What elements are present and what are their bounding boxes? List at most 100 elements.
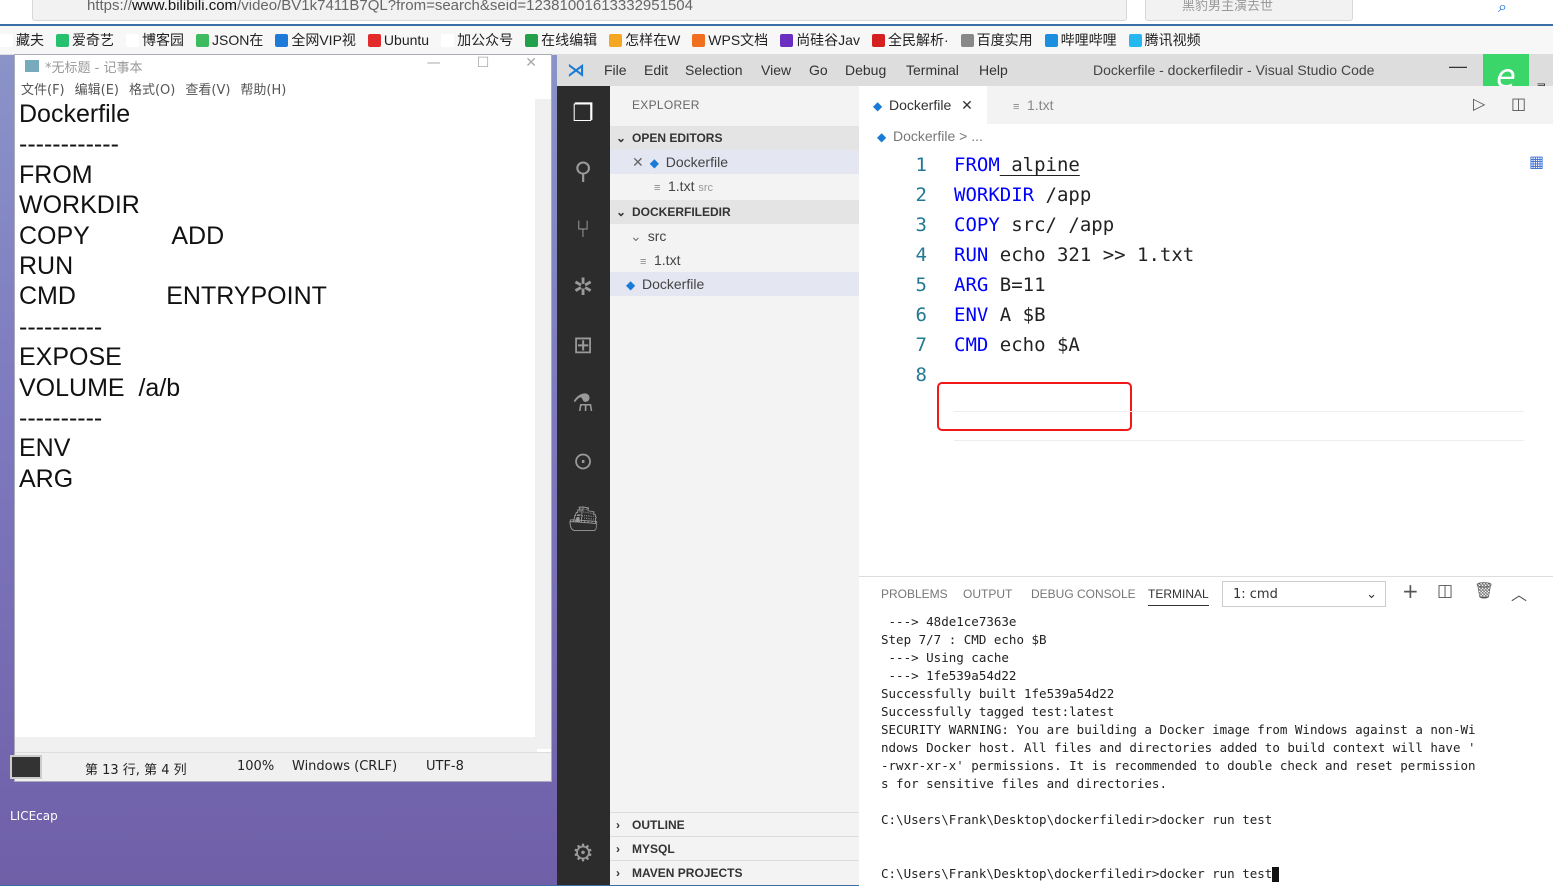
notepad-menu-item[interactable]: 格式(O): [129, 79, 175, 98]
bookmark-label: Ubuntu: [383, 32, 430, 48]
notepad-menu-item[interactable]: 帮助(H): [240, 79, 286, 98]
open-editor-dockerfile[interactable]: ✕ ◆ Dockerfile: [610, 150, 859, 174]
bookmark-item[interactable]: 怎样在W: [609, 26, 680, 54]
menu-item[interactable]: Edit: [644, 62, 668, 78]
close-icon[interactable]: ✕: [961, 97, 973, 113]
menu-item[interactable]: Debug: [845, 62, 886, 78]
panel-tab[interactable]: OUTPUT: [963, 587, 1012, 601]
menu-item[interactable]: Selection: [685, 62, 743, 78]
explorer-heading: EXPLORER: [632, 98, 700, 112]
bookmark-label: 全网VIP视: [291, 32, 356, 48]
terminal-line: Step 7/7 : CMD echo $B: [881, 631, 1476, 649]
tab-dockerfile[interactable]: ◆ Dockerfile ✕: [859, 86, 987, 124]
menu-item[interactable]: Terminal: [906, 62, 959, 78]
split-editor-icon[interactable]: ◫: [1511, 94, 1526, 113]
bookmark-item[interactable]: 百度实用: [960, 26, 1033, 54]
search-icon[interactable]: ⌕: [1498, 0, 1507, 17]
tree-file-dockerfile[interactable]: ◆ Dockerfile: [610, 272, 859, 296]
bookmark-item[interactable]: Ubuntu: [367, 26, 430, 54]
horizontal-scrollbar[interactable]: [15, 737, 537, 753]
terminal-output[interactable]: ---> 48de1ce7363e Step 7/7 : CMD echo $B …: [881, 613, 1476, 883]
notepad-menu-item[interactable]: 查看(V): [185, 79, 230, 98]
menu-item[interactable]: View: [761, 62, 791, 78]
bookmark-item[interactable]: 藏夫: [0, 26, 44, 54]
bookmark-item[interactable]: 加公众号: [441, 26, 513, 54]
git-graph-icon[interactable]: ⊙: [568, 446, 598, 476]
panel-tab[interactable]: PROBLEMS: [881, 587, 948, 601]
folder-section[interactable]: ⌄ DOCKERFILEDIR: [610, 200, 859, 224]
bookmark-icon: [525, 33, 539, 47]
editor-tabs: ◆ Dockerfile ✕ ≡ 1.txt ▷ ◫: [859, 86, 1553, 124]
split-terminal-icon[interactable]: ◫: [1437, 581, 1453, 601]
activity-bar: ❐ ⚲ ⑂ ✲ ⊞ ⚗ ⊙ ⛴ ⚙: [557, 86, 610, 885]
bookmark-item[interactable]: 腾讯视频: [1128, 26, 1201, 54]
bookmark-icon: [275, 33, 289, 47]
desktop-icon-licecap[interactable]: LICEcap: [10, 755, 60, 823]
panel-tab[interactable]: DEBUG CONSOLE: [1031, 587, 1136, 601]
terminal-line-text: -rwxr-xr-x' permissions. It is recommend…: [881, 758, 1476, 773]
docker-file-icon: ◆: [873, 99, 883, 113]
close-button[interactable]: ✕: [525, 55, 537, 71]
terminal-line-text: C:\Users\Frank\Desktop\dockerfiledir>doc…: [881, 866, 1273, 881]
bookmark-label: 全民解析·: [887, 32, 949, 48]
source-control-icon[interactable]: ⑂: [568, 214, 598, 244]
line-number: 2: [915, 184, 927, 206]
open-editor-1txt[interactable]: ≡ 1.txt src: [610, 174, 859, 198]
search-icon[interactable]: ⚲: [568, 156, 598, 186]
code-text: B=11: [988, 274, 1046, 296]
trash-icon[interactable]: 🗑: [1474, 581, 1494, 600]
settings-gear-icon[interactable]: ⚙: [568, 838, 598, 868]
panel-tab[interactable]: TERMINAL: [1148, 587, 1209, 606]
bottom-panel: PROBLEMS OUTPUT DEBUG CONSOLE TERMINAL 1: c…: [859, 576, 1553, 886]
cursor-position: 第 13 行, 第 4 列: [85, 763, 187, 778]
notepad-menu-item[interactable]: 文件(F): [21, 79, 65, 98]
bookmark-item[interactable]: JSON在: [196, 26, 263, 54]
bookmark-item[interactable]: WPS文档: [692, 26, 768, 54]
bookmark-item[interactable]: 全民解析·: [871, 26, 949, 54]
chevron-up-icon[interactable]: ︿: [1511, 581, 1527, 605]
menu-item[interactable]: Help: [979, 62, 1008, 78]
notepad-text-area[interactable]: Dockerfile ------------ FROM WORKDIR COPY AD…: [15, 99, 537, 787]
menu-item[interactable]: File: [604, 62, 627, 78]
code-keyword: CMD: [954, 334, 989, 356]
debug-icon[interactable]: ✲: [568, 272, 598, 302]
docker-icon[interactable]: ⛴: [568, 504, 598, 534]
breadcrumb[interactable]: ◆ Dockerfile > ...: [877, 128, 983, 144]
extensions-icon[interactable]: ⊞: [568, 330, 598, 360]
explorer-icon[interactable]: ❐: [568, 98, 598, 128]
bookmark-item[interactable]: 尚硅谷Jav: [780, 26, 860, 54]
terminal-cursor: [1272, 867, 1280, 882]
bookmark-item[interactable]: 哔哩哔哩: [1044, 26, 1117, 54]
vertical-scrollbar[interactable]: [535, 99, 551, 749]
maven-section[interactable]: › MAVEN PROJECTS: [610, 860, 859, 884]
minimize-button[interactable]: —: [1449, 56, 1467, 77]
test-flask-icon[interactable]: ⚗: [568, 388, 598, 418]
browser-search-input[interactable]: 黑豹男主演去世: [1145, 0, 1353, 21]
terminal-select[interactable]: 1: cmd ⌄: [1222, 581, 1386, 607]
bookmark-icon: [367, 33, 381, 47]
new-terminal-icon[interactable]: +: [1402, 579, 1419, 603]
bookmark-item[interactable]: 在线编辑: [525, 26, 597, 54]
terminal-line: Successfully tagged test:latest: [881, 703, 1476, 721]
tree-folder-src[interactable]: ⌄ src: [610, 224, 859, 248]
minimize-button[interactable]: —: [427, 55, 441, 71]
notepad-text-line: CMD ENTRYPOINT: [19, 282, 327, 311]
bookmark-item[interactable]: 全网VIP视: [275, 26, 356, 54]
maximize-button[interactable]: ☐: [477, 55, 490, 71]
mysql-section[interactable]: › MYSQL: [610, 836, 859, 860]
open-editors-section[interactable]: ⌄ OPEN EDITORS: [610, 126, 859, 150]
address-bar[interactable]: https://www.bilibili.com/video/BV1k7411B…: [32, 0, 1127, 21]
bookmark-item[interactable]: 博客园: [126, 26, 184, 54]
menu-item[interactable]: Go: [809, 62, 828, 78]
tree-file-1txt[interactable]: ≡ 1.txt: [610, 248, 859, 272]
bookmark-item[interactable]: 爱奇艺: [56, 26, 114, 54]
terminal-line: ---> 1fe539a54d22: [881, 667, 1476, 685]
tab-1txt[interactable]: ≡ 1.txt: [999, 86, 1119, 124]
notepad-menu-item[interactable]: 编辑(E): [75, 79, 119, 98]
desktop-icon-label: LICEcap: [10, 809, 58, 823]
close-icon[interactable]: ✕: [632, 154, 644, 170]
run-icon[interactable]: ▷: [1473, 94, 1485, 113]
outline-section[interactable]: › OUTLINE: [610, 812, 859, 836]
notepad-text-line: VOLUME /a/b: [19, 373, 181, 402]
chevron-right-icon: ›: [616, 818, 620, 832]
